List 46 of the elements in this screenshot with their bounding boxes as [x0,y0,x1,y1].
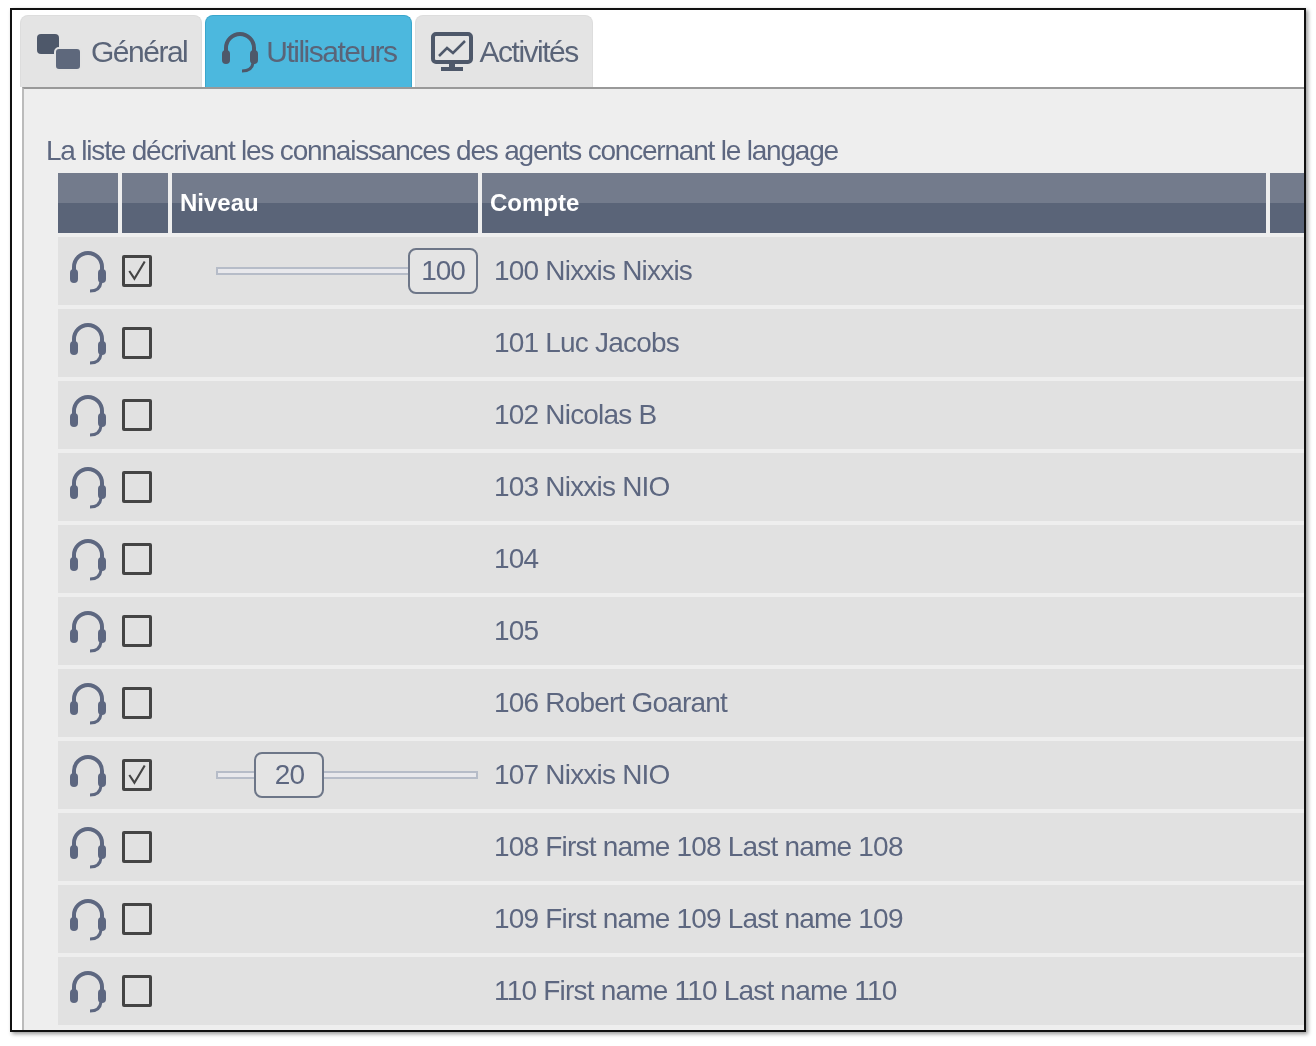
table-row[interactable]: 104 [58,525,1304,593]
tab[interactable]: Activités [414,15,593,87]
checkbox[interactable] [122,687,152,719]
checkbox[interactable] [122,759,152,791]
table-row[interactable]: 109 First name 109 Last name 109 [58,885,1304,953]
table-cell-text: 109 First name 109 Last name 109 [493,902,904,936]
table-cell-text: 104 [493,542,540,576]
checkbox[interactable] [122,543,152,575]
column-header [122,173,168,233]
column-header[interactable]: Compte [482,173,1266,233]
table-row[interactable]: 20 107 Nixxis NIO [58,741,1304,809]
table-cell-text: 110 First name 110 Last name 110 [493,974,898,1008]
level-slider[interactable]: 100 [216,248,478,294]
table-row[interactable]: 101 Luc Jacobs [58,309,1304,377]
table-cell-text: 103 Nixxis NIO [493,470,671,504]
monitor-chart-icon [429,30,474,73]
table-cell-text: 105 [493,614,540,648]
checkbox[interactable] [122,975,152,1007]
table-row[interactable]: 100 100 Nixxis Nixxis [58,237,1304,305]
checkbox[interactable] [122,471,152,503]
checkbox[interactable] [122,831,152,863]
table-row[interactable]: 108 First name 108 Last name 108 [58,813,1304,881]
table-row[interactable]: 110 First name 110 Last name 110 [58,957,1304,1025]
list-caption: La liste décrivant les connaissances des agents concernant le langage [46,135,839,168]
checkbox[interactable] [122,615,152,647]
table-row[interactable]: 102 Nicolas B [58,381,1304,449]
checkbox[interactable] [122,903,152,935]
table-cell-text: 101 Luc Jacobs [493,326,680,360]
table-cell-text: 108 First name 108 Last name 108 [493,830,904,864]
checkbox[interactable] [122,399,152,431]
tab[interactable]: Général [20,15,203,87]
table-cell-text: 106 Robert Goarant [493,686,729,720]
table-row[interactable]: 105 [58,597,1304,665]
checkbox[interactable] [122,255,152,287]
column-header [58,173,118,233]
headset-icon [220,29,261,74]
table-cell-text: 102 Nicolas B [493,398,658,432]
column-header [1270,173,1304,233]
table-cell-text: 100 Nixxis Nixxis [493,254,693,288]
level-slider[interactable]: 20 [216,752,478,798]
column-header[interactable]: Niveau [172,173,478,233]
table-row[interactable]: 103 Nixxis NIO [58,453,1304,521]
tab[interactable]: Utilisateurs [205,15,412,87]
checkbox[interactable] [122,327,152,359]
table-cell-text: 107 Nixxis NIO [493,758,671,792]
table-row[interactable]: 106 Robert Goarant [58,669,1304,737]
